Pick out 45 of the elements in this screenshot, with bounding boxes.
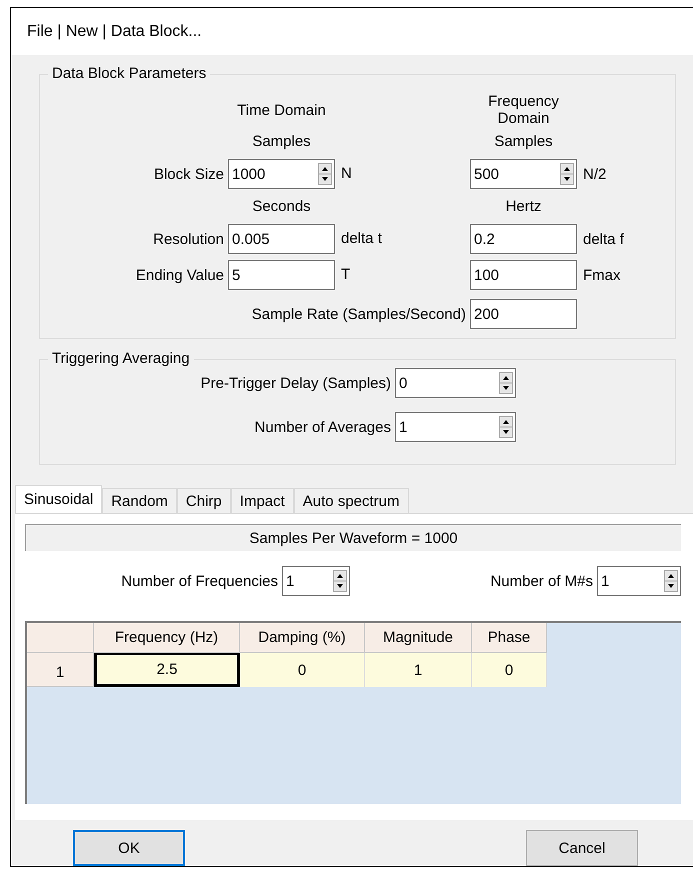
info-bar: Samples Per Waveform = 1000	[25, 524, 681, 551]
group-title: Triggering Averaging	[48, 350, 194, 367]
table-cell[interactable]: 2.5	[94, 653, 240, 687]
input-field[interactable]: 200	[470, 299, 577, 329]
field-label: Block Size	[152, 166, 225, 182]
field-label: Number of M#s	[489, 572, 594, 590]
column-heading: Samples	[493, 133, 554, 150]
column-header[interactable]: Damping (%)	[240, 623, 365, 653]
table-cell[interactable]: 0	[472, 653, 547, 687]
dialog-button[interactable]: Cancel	[526, 830, 638, 866]
row-header[interactable]: 1	[27, 653, 94, 687]
field-label: Resolution	[152, 230, 225, 248]
corner-cell	[27, 623, 94, 653]
unit-label: T	[340, 265, 352, 285]
column-heading: Seconds	[251, 198, 312, 215]
field-label: Number of Averages	[254, 418, 392, 436]
field-label: Ending Value	[134, 266, 225, 284]
column-heading: Time Domain	[236, 102, 327, 118]
input-field[interactable]: 5	[228, 260, 335, 290]
field-label: Sample Rate (Samples/Second)	[250, 306, 467, 322]
unit-label: Fmax	[582, 266, 622, 284]
input-field[interactable]: 100	[470, 260, 577, 290]
tab[interactable]: Random	[102, 488, 177, 513]
input-field[interactable]: 0.005	[228, 224, 335, 254]
table-cell[interactable]: 1	[365, 653, 472, 687]
column-header[interactable]: Phase	[472, 623, 547, 653]
column-header[interactable]: Frequency (Hz)	[94, 623, 240, 653]
tab[interactable]: Chirp	[176, 488, 231, 513]
field-label: Number of Frequencies	[120, 572, 279, 590]
table-cell[interactable]: 0	[240, 653, 365, 687]
tab[interactable]: Auto spectrum	[294, 488, 409, 513]
column-header[interactable]: Magnitude	[365, 623, 472, 653]
column-heading: Frequency Domain	[487, 93, 560, 127]
dialog-button[interactable]: OK	[73, 830, 185, 866]
tab[interactable]: Impact	[230, 488, 294, 513]
unit-label: delta t	[340, 229, 383, 249]
column-heading: Hertz	[504, 198, 542, 215]
input-field[interactable]: 0.2	[470, 224, 577, 254]
window-title: File | New | Data Block...	[11, 8, 693, 55]
field-label: Pre-Trigger Delay (Samples)	[200, 374, 392, 392]
tab[interactable]: Sinusoidal	[15, 485, 102, 513]
unit-label: N	[340, 164, 353, 184]
unit-label: N/2	[582, 166, 608, 182]
column-heading: Samples	[251, 133, 312, 150]
unit-label: delta f	[582, 230, 625, 248]
